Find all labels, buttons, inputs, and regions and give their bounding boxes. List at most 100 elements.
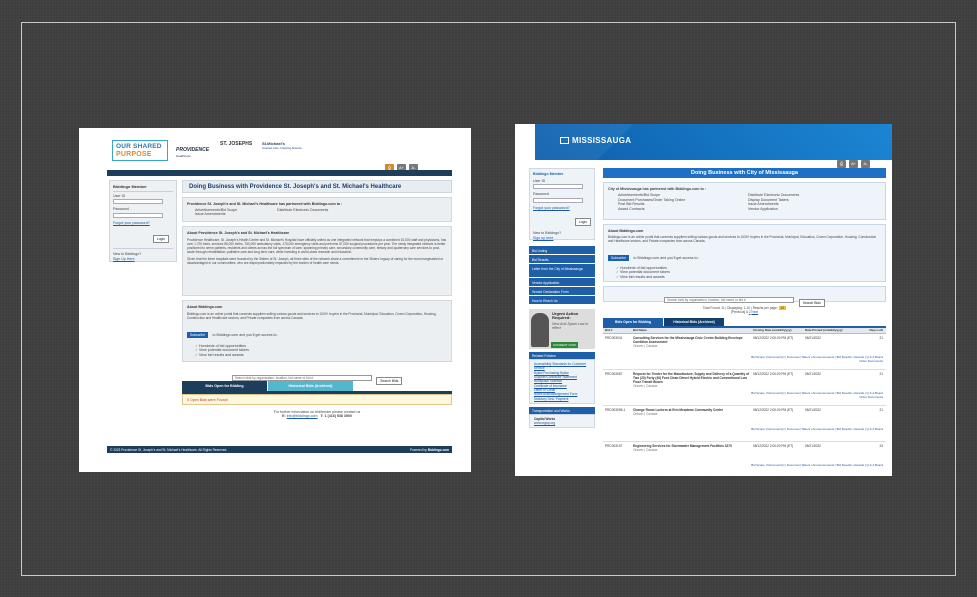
nav-bid-results[interactable]: Bid Results (529, 255, 595, 264)
anti-spam-ad[interactable]: Urgent Action Required: New Anti-Spam La… (529, 309, 595, 349)
page-header: OUR SHARED PURPOSE PROVIDENCE Healthcare … (79, 128, 471, 172)
table-row[interactable]: PRC003041 Consulting Services for the Mis… (603, 334, 886, 370)
table-row[interactable]: PRC003087 Request for Tender for the Manu… (603, 370, 886, 406)
per-page-select[interactable]: 10 (778, 306, 787, 310)
main-content: Doing Business with Providence St. Josep… (182, 180, 452, 419)
consent-now-button[interactable]: CONSENT NOW (551, 342, 578, 348)
print-icon[interactable]: ⎙ (837, 160, 846, 168)
bid-action-links[interactable]: Bid Scope | Document(s) | Document Taker… (751, 391, 883, 400)
nav-how-to-reach-us[interactable]: How to Reach Us (529, 296, 595, 305)
check-icon: ✓ (195, 352, 199, 357)
partnered-item: Distribute Electronic Documents (277, 208, 329, 212)
closing-date: 08/12/2022 2:00:00 PM (ET) (753, 444, 794, 448)
logo-line1: OUR SHARED (116, 143, 162, 150)
sign-up-link[interactable]: Sign up here (533, 236, 591, 240)
user-id-label: User ID (533, 179, 546, 183)
our-shared-purpose-logo: OUR SHARED PURPOSE (112, 140, 168, 161)
contact-phone: 1 (416) 538 3900 (324, 414, 352, 419)
search-bids-button[interactable]: Search Bids (798, 299, 825, 307)
bid-location: Ontario | Canada (633, 448, 658, 452)
bid-name-cell: Request for Tender for the Manufacture, … (633, 372, 753, 405)
contact-info: For further information on bid/tender pl… (182, 410, 452, 419)
copyright-text: © 2023 Providence St. Joseph's and St. M… (110, 448, 228, 452)
bid-name-link[interactable]: Request for Tender for the Manufacture, … (633, 372, 753, 384)
subscribe-button[interactable]: Subscribe (187, 332, 209, 338)
search-bids-button[interactable]: Search Bids (376, 377, 403, 385)
user-id-input[interactable] (113, 199, 163, 205)
mississauga-logo: MISSISSAUGA (560, 136, 631, 145)
policy-link[interactable]: Statutory Decl. Payment (534, 397, 590, 401)
login-button[interactable]: Login (574, 218, 591, 227)
benefit-item: ✓ View bid results and awards (195, 352, 244, 357)
contact-email-link[interactable]: info@biddingo.com (287, 414, 318, 418)
main-content: Doing Business with City of Mississauga … (603, 168, 886, 476)
closing-date: 08/12/2022 2:00:00 PM (ET) (753, 336, 794, 340)
person-silhouette-icon (531, 313, 549, 347)
sidebar: Biddingo Member User ID Password Forgot … (529, 168, 595, 429)
about-biddingo-heading: About Biddingo.com (608, 229, 644, 233)
login-button[interactable]: Login (152, 235, 169, 244)
order-documents-link[interactable]: Order Documents (751, 359, 883, 364)
password-input[interactable] (533, 197, 583, 203)
related-policies-heading: Related Policies (529, 352, 595, 359)
about-org-heading: About Providence St. Joseph's and St. Mi… (187, 231, 290, 235)
font-increase-icon[interactable]: A+ (849, 160, 858, 168)
nav-bid-listing[interactable]: Bid Listing (529, 246, 595, 255)
user-id-input[interactable] (533, 184, 583, 190)
nav-letter-from-city[interactable]: Letter from the City of Mississauga (529, 264, 595, 278)
tab-historical-bids[interactable]: Historical Bids (Archived) (268, 381, 353, 391)
partnered-text: City of Mississauga has partnered with B… (608, 187, 707, 191)
bid-number: PRC003041 (605, 336, 623, 340)
search-row: Search bids by organization, location, b… (182, 366, 452, 385)
no-bids-message: 0 Open Bids were Found! (182, 394, 452, 405)
subscribe-button[interactable]: Subscribe (608, 255, 630, 261)
ad-subtitle: New Anti-Spam Law in effect (552, 322, 589, 330)
bid-action-links[interactable]: Bid Scope | Document(s) | Document Taker… (751, 427, 883, 432)
sidebar-nav: Bid Listing Bid Results Letter from the … (529, 246, 595, 305)
days-left: 21 (879, 372, 883, 376)
bid-number: PRC003095-1 (605, 408, 626, 412)
logo-line2: PURPOSE (116, 151, 152, 158)
nav-vendor-application[interactable]: Vendor Application (529, 278, 595, 287)
bid-tabs: Bids Open for Bidding Historical Bids (A… (603, 318, 886, 326)
order-documents-link[interactable]: Order Documents (751, 395, 883, 400)
partnered-box: City of Mississauga has partnered with B… (603, 182, 886, 220)
policy-link[interactable]: Accessibility Standards for Customer Ser… (534, 362, 590, 371)
check-icon: ✓ (616, 274, 620, 279)
forgot-password-link[interactable]: Forgot your password? (113, 221, 173, 225)
password-input[interactable] (113, 212, 163, 218)
about-org-paragraph: Providence Healthcare, St. Joseph's Heal… (187, 238, 447, 254)
font-decrease-icon[interactable]: A- (861, 160, 870, 168)
powered-by-link[interactable]: Biddingo.com (428, 448, 449, 452)
tab-open-bids[interactable]: Bids Open for Bidding (603, 318, 663, 326)
subscribe-text: to Biddingo.com and you'll get access to… (212, 333, 278, 337)
partnered-item: Issue Amendments (195, 212, 226, 217)
table-row[interactable]: PRC003197 Engineering Services for Stormw… (603, 442, 886, 476)
nav-vendor-declaration[interactable]: Vendor Declaration Form (529, 287, 595, 296)
related-policies-list: Accessibility Standards for Customer Ser… (529, 359, 595, 404)
check-icon: ✓ (616, 266, 620, 270)
capital-works-link[interactable]: www.mgap.org (534, 421, 590, 425)
days-left: 21 (879, 336, 883, 340)
bid-location: Ontario | Canada (633, 412, 658, 416)
next-page-link[interactable]: Next (751, 310, 758, 314)
table-row[interactable]: PRC003095-1 Change Room Lockers at Erin M… (603, 406, 886, 442)
bid-action-links[interactable]: Bid Scope | Document(s) | Document Taker… (751, 463, 883, 468)
search-input[interactable]: Search bids by organization, location, b… (664, 296, 795, 303)
user-id-label: User ID (113, 194, 126, 198)
bid-name-cell: Engineering Services for Stormwater Mana… (633, 444, 753, 476)
tab-historical-bids[interactable]: Historical Bids (Archived) (664, 318, 724, 326)
page-footer: © 2023 Providence St. Joseph's and St. M… (107, 446, 452, 453)
bid-action-links[interactable]: Bid Scope | Document(s) | Document Taker… (751, 355, 883, 364)
bid-name-link[interactable]: Consulting Services for the Mississauga … (633, 336, 753, 344)
bid-name-cell: Change Room Lockers at Erin Meadows Comm… (633, 408, 753, 441)
prev-page-link[interactable]: [Previous] (731, 310, 745, 314)
tab-open-bids[interactable]: Bids Open for Bidding (182, 381, 267, 391)
search-input[interactable]: Search bids by organization, location, b… (231, 374, 372, 381)
days-left: 24 (879, 444, 883, 448)
sign-up-link[interactable]: Sign Up Here (113, 257, 173, 261)
member-heading: Biddingo Member (533, 172, 564, 176)
bid-location: Ontario | Canada (633, 384, 658, 388)
bid-number: PRC003197 (605, 444, 623, 448)
date-posted: 06/21/2022 (805, 408, 821, 412)
